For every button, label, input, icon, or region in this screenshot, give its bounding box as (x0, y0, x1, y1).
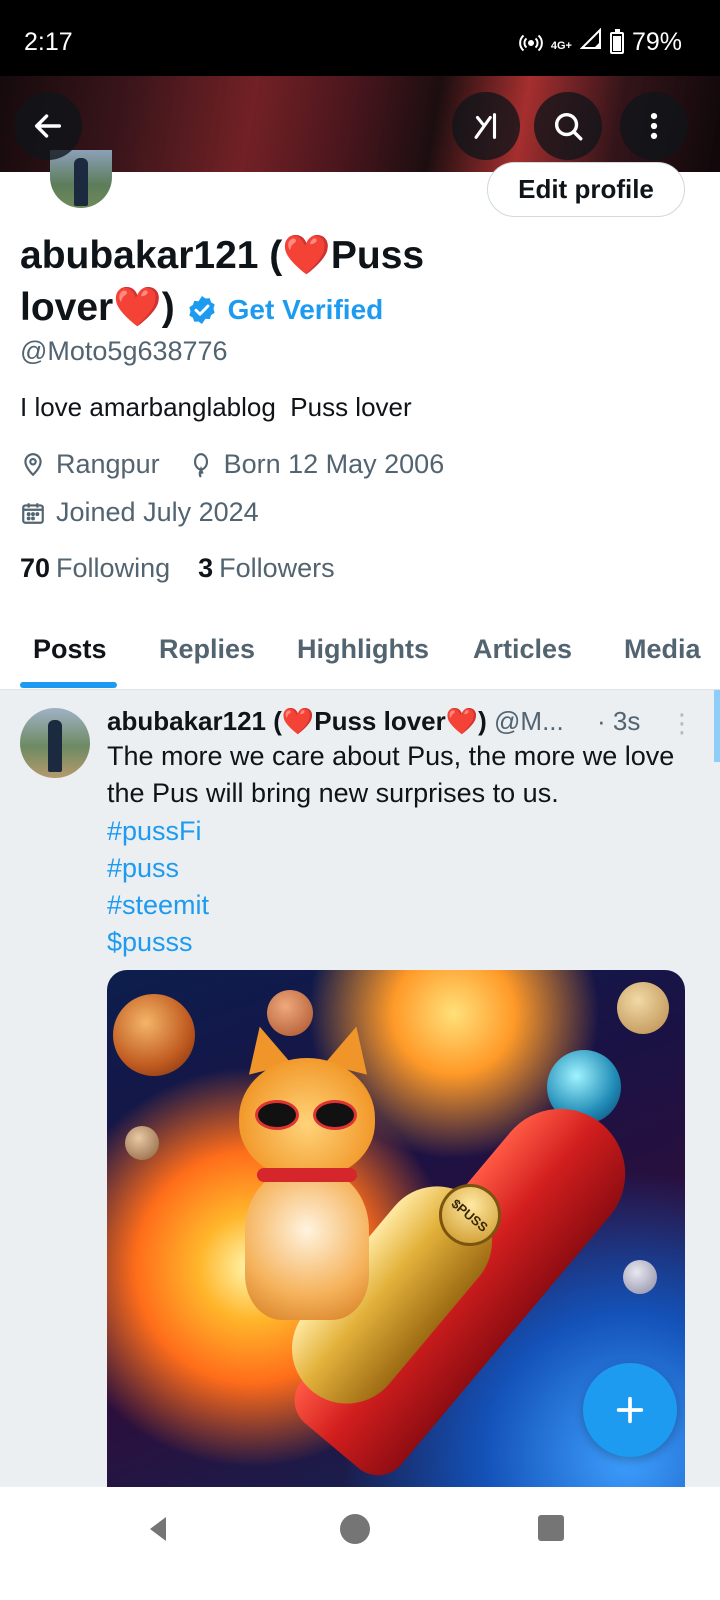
verified-badge-icon (188, 295, 215, 324)
tab-posts[interactable]: Posts (33, 634, 107, 665)
heart-emoji: ❤️ (282, 234, 331, 277)
post-hashtags: #pussFi #puss #steemit $pusss (107, 813, 209, 961)
profile-meta: Rangpur Born 12 May 2006 (20, 449, 472, 480)
active-tab-indicator (20, 682, 117, 688)
follow-stats: 70 Following 3 Followers (20, 553, 335, 584)
tab-replies[interactable]: Replies (159, 634, 255, 665)
display-name: abubakar121 (❤️Puss lover❤️) Get Verifie… (20, 230, 540, 336)
post-handle: @M... (494, 706, 564, 736)
balloon-icon (193, 452, 208, 478)
hashtag-link[interactable]: #steemit (107, 887, 209, 924)
name-part: abubakar121 ( (20, 234, 283, 277)
more-vertical-icon (650, 112, 658, 140)
profile-avatar[interactable] (50, 150, 112, 208)
birthday-text: Born 12 May 2006 (223, 449, 445, 479)
sunglasses (255, 1100, 359, 1130)
name-part: Puss (330, 234, 425, 277)
location-pin-icon (24, 452, 42, 476)
arrow-left-icon (34, 114, 62, 138)
compose-post-button[interactable] (583, 1363, 677, 1457)
following-link[interactable]: 70 Following (20, 553, 170, 584)
hotspot-icon (519, 31, 543, 55)
calendar-icon (22, 502, 44, 524)
planet-illustration (113, 994, 195, 1076)
cat-body (245, 1170, 369, 1320)
joined-row: Joined July 2024 (20, 497, 259, 528)
plus-icon (616, 1396, 644, 1424)
birthday: Born 12 May 2006 (188, 449, 445, 480)
tab-media[interactable]: Media (624, 634, 701, 665)
post-more-icon[interactable]: ⋮ (669, 708, 695, 739)
battery-percent: 79% (631, 28, 682, 56)
scroll-indicator (714, 690, 720, 762)
search-icon (554, 112, 583, 141)
nav-recents-icon[interactable] (538, 1515, 564, 1541)
nav-back-icon[interactable] (142, 1513, 174, 1545)
following-count: 70 (20, 553, 51, 583)
status-bar: 2:17 4G+ 79% (0, 0, 720, 76)
status-time: 2:17 (24, 28, 73, 56)
back-button[interactable] (14, 92, 82, 160)
name-part: ) (161, 286, 175, 329)
hashtag-link[interactable]: #pussFi (107, 813, 209, 850)
search-button[interactable] (534, 92, 602, 160)
nav-home-icon[interactable] (340, 1514, 370, 1544)
grok-button[interactable] (452, 92, 520, 160)
profile-tabs: Posts Replies Highlights Articles Media (0, 610, 720, 690)
post-header: abubakar121 (❤️Puss lover❤️) @M... · 3s … (107, 706, 695, 738)
heart-emoji: ❤️ (113, 286, 162, 329)
followers-link[interactable]: 3 Followers (198, 553, 335, 584)
planet-illustration (617, 982, 669, 1034)
following-label: Following (56, 553, 171, 583)
cashtag-link[interactable]: $pusss (107, 924, 209, 961)
planet-illustration (125, 1126, 159, 1160)
planet-illustration (623, 1260, 657, 1294)
post-author[interactable]: abubakar121 (❤️Puss lover❤️) (107, 706, 487, 736)
followers-count: 3 (198, 553, 214, 583)
tab-highlights[interactable]: Highlights (297, 634, 429, 665)
status-icons: 4G+ 79% (519, 27, 682, 57)
profile-bio: I love amarbanglablog Puss lover (20, 392, 412, 422)
tab-articles[interactable]: Articles (473, 634, 572, 665)
grok-icon (474, 113, 497, 139)
battery-icon (609, 28, 624, 54)
name-part: lover (20, 286, 114, 329)
get-verified-link[interactable]: Get Verified (228, 284, 384, 336)
cat-collar (257, 1168, 357, 1182)
post-avatar[interactable] (20, 708, 90, 778)
post-time: · 3s (597, 706, 641, 736)
network-type: 4G+ (550, 39, 572, 52)
profile-handle: @Moto5g638776 (20, 336, 228, 366)
edit-profile-button[interactable]: Edit profile (487, 162, 685, 217)
followers-label: Followers (219, 553, 335, 583)
location-text: Rangpur (56, 449, 160, 479)
signal-icon (579, 27, 602, 57)
hashtag-link[interactable]: #puss (107, 850, 209, 887)
more-options-button[interactable] (620, 92, 688, 160)
system-nav-bar (0, 1487, 720, 1600)
joined-text: Joined July 2024 (56, 497, 259, 527)
location: Rangpur (20, 449, 160, 480)
post-text: The more we care about Pus, the more we … (107, 741, 675, 808)
